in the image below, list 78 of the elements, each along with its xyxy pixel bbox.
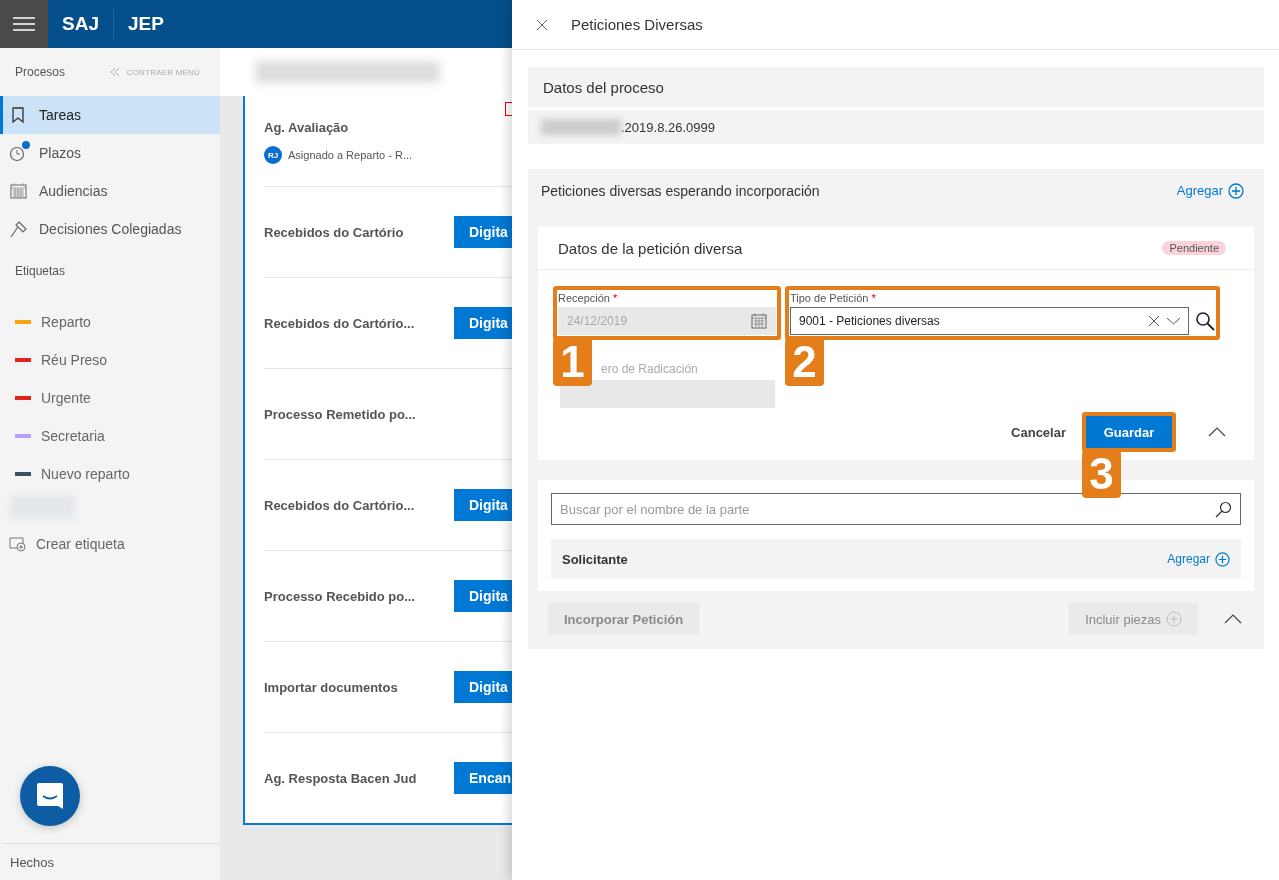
field-value: 9001 - Peticiones diversas [799,314,940,328]
task-action-button[interactable]: Digita [454,489,512,521]
bookmark-icon [11,107,25,123]
task-title: Processo Remetido po... [264,407,416,422]
required-mark: * [871,292,876,304]
section-title: Etiquetas [14,263,67,280]
task-action-button[interactable]: Digita [454,307,512,339]
task-title: Recebidos do Cartório... [264,498,415,513]
section-title: Procesos [15,65,66,79]
chevron-up-icon [1224,614,1242,624]
required-mark: * [613,292,618,304]
task-action-button[interactable]: Digita [454,671,512,703]
save-button[interactable]: Guardar [1086,416,1172,448]
input-field[interactable] [560,380,775,408]
section-title: Datos del proceso [543,78,664,96]
nav-item[interactable]: Decisiones Colegiadas [0,210,220,248]
gavel-icon [9,220,27,238]
task-action-button[interactable]: Encan [454,762,512,794]
tag-item[interactable]: Reparto [0,303,220,341]
collapse-button[interactable] [1224,614,1242,624]
section-title: Solicitante [562,551,628,567]
tag-item[interactable]: Urgente [0,379,220,417]
create-tag-button[interactable]: Crear etiqueta [0,525,220,563]
status-badge: Pendiente [1162,241,1226,255]
field-value: 24/12/2019 [567,314,628,328]
step-badge: 2 [785,338,824,386]
task-title: Ag. Avaliação [264,120,349,135]
plus-circle-icon [1228,182,1244,199]
search-icon [1215,500,1232,518]
tag-item[interactable]: Secretaria [0,417,220,455]
tag-item[interactable]: Nuevo reparto [0,455,220,493]
add-link[interactable]: Agregar [1167,551,1230,567]
card-title: Datos de la petición diversa [558,239,743,257]
nav-item[interactable]: Tareas [0,96,220,134]
calendar-icon [751,313,767,329]
chat-icon [36,782,64,810]
tag-item[interactable]: Réu Preso [0,341,220,379]
nav-item[interactable]: Audiencias [0,172,220,210]
menu-icon [13,17,35,31]
app-logo[interactable]: JEP [113,13,178,35]
plus-circle-icon [1215,551,1230,567]
task-title: Ag. Resposta Bacen Jud [264,771,417,786]
task-title: Recebidos do Cartório... [264,316,415,331]
assignee-text: Asignado a Reparto - R... [288,149,413,161]
double-chevron-icon [108,67,121,77]
task-title: Importar documentos [264,680,398,695]
task-action-button[interactable]: Digita [454,580,512,612]
panel-title: Peticiones Diversas [571,16,703,33]
add-tag-icon [9,536,27,552]
task-title: Processo Recebido po... [264,589,415,604]
clear-icon[interactable] [1149,316,1159,326]
cancel-button[interactable]: Cancelar [1011,424,1066,440]
search-icon[interactable] [1195,311,1215,331]
app-logo[interactable]: SAJ [48,13,113,35]
task-title: Recebidos do Cartório [264,225,404,240]
close-icon [536,19,547,30]
calendar-icon [9,183,27,199]
step-badge: 1 [553,338,592,386]
field-label: ero de Radicación [601,362,699,376]
chat-button[interactable] [20,766,80,826]
step-badge: 3 [1082,450,1121,498]
chevron-up-icon [1208,427,1226,437]
clock-icon [9,144,27,162]
collapse-button[interactable] [1208,427,1226,437]
menu-button[interactable] [0,0,48,48]
chevron-down-icon[interactable] [1167,317,1180,325]
field-label: Recepción * [558,291,619,306]
search-field[interactable]: Buscar por el nombre de la parte [551,493,1241,525]
placeholder-text: Buscar por el nombre de la parte [560,501,750,517]
field-label: Tipo de Petición * [790,291,877,306]
process-number: .2019.8.26.0999 [621,119,715,135]
section-title: Peticiones diversas esperando incorporación [541,182,820,199]
task-action-button[interactable]: Digita [454,216,512,248]
add-link[interactable]: Agregar [1176,182,1244,199]
nav-item[interactable]: Plazos [0,134,220,172]
input-field[interactable]: 9001 - Peticiones diversas [790,307,1189,335]
plus-circle-icon [1166,611,1182,627]
avatar: RJ [264,146,282,164]
